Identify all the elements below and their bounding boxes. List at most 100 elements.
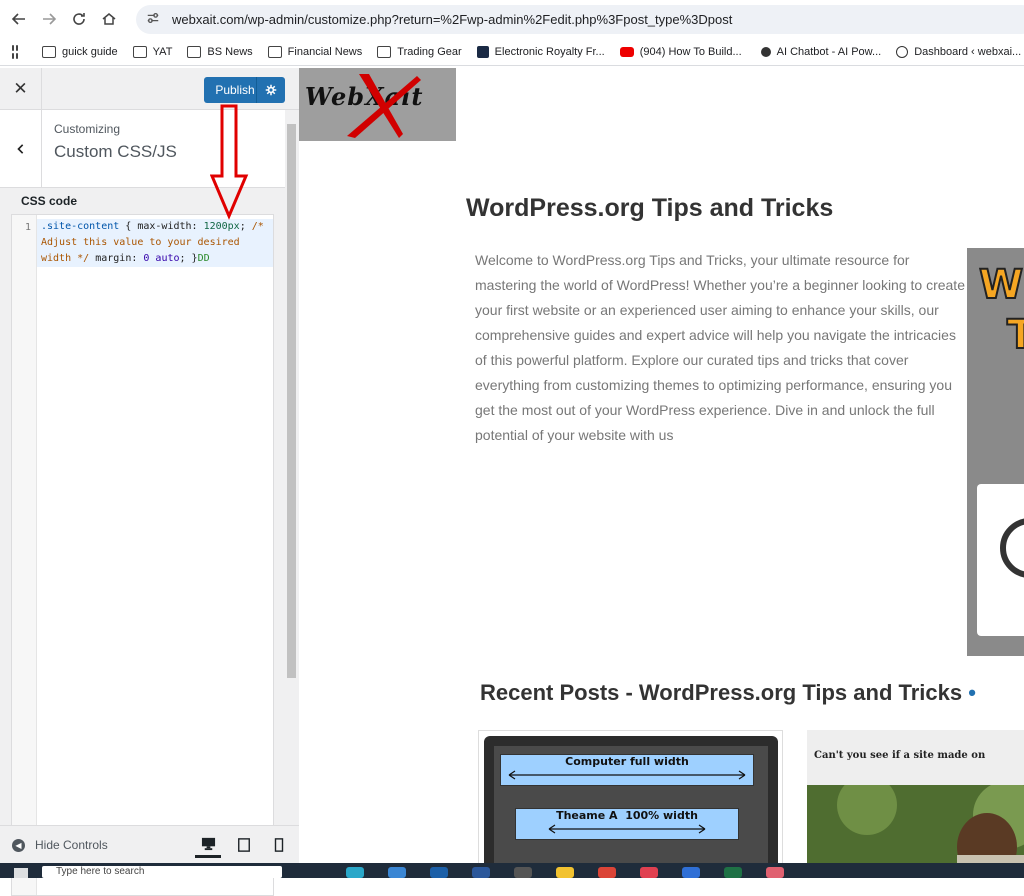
taskbar-app-icon[interactable] [388, 867, 406, 878]
mobile-icon [274, 838, 284, 852]
taskbar-app-icon[interactable] [640, 867, 658, 878]
desktop-preview-button[interactable] [195, 832, 221, 858]
code-brace-open: { [119, 221, 138, 232]
code-selector: .site-content [41, 221, 120, 232]
apps-grid-icon[interactable] [12, 44, 18, 59]
double-arrow-icon [508, 770, 746, 780]
folder-icon [267, 45, 282, 58]
thumbnail-label: Computer full width [500, 754, 754, 786]
code-colon: : [131, 253, 144, 264]
thumbnail-text: Computer full width [565, 755, 689, 768]
site-logo[interactable]: WebXait [299, 68, 456, 141]
site-preview: WebXait WordPress.org Tips and Tricks We… [299, 68, 1024, 863]
hide-controls-label: Hide Controls [35, 838, 108, 852]
folder-icon [42, 45, 56, 58]
editor-gutter [12, 215, 37, 895]
post-thumbnail: Computer full width Theame A 100% width [484, 736, 778, 863]
customizer-sidebar: ✕ Publish Customizing Custom CSS/JS CSS … [0, 68, 299, 896]
chevron-left-icon [16, 144, 23, 154]
thumbnail-text: Theame A 100% width [556, 809, 698, 822]
taskbar-app-icon[interactable] [724, 867, 742, 878]
taskbar-app-icon[interactable] [766, 867, 784, 878]
section-title: Custom CSS/JS [54, 142, 177, 161]
bookmark-label: BS News [207, 45, 253, 58]
bookmark-label: Trading Gear [397, 45, 462, 58]
code-colon: : [191, 221, 204, 232]
browser-toolbar: webxait.com/wp-admin/customize.php?retur… [0, 0, 1024, 38]
wordpress-icon [896, 45, 909, 58]
taskbar-app-icon[interactable] [556, 867, 574, 878]
bookmark-item[interactable]: BS News [187, 45, 253, 58]
openai-icon [760, 46, 771, 57]
st-site-icon [476, 45, 489, 58]
tablet-preview-button[interactable] [231, 832, 257, 858]
bookmark-item[interactable]: Financial News [267, 45, 363, 58]
code-value: 1200px [203, 221, 240, 232]
post-card[interactable]: Computer full width Theame A 100% width [478, 730, 783, 863]
logo-x-mark [347, 74, 421, 138]
bookmark-label: YAT [152, 45, 173, 58]
taskbar-app-icon[interactable] [514, 867, 532, 878]
bookmark-label: guick guide [62, 45, 118, 58]
forward-arrow-icon[interactable] [34, 4, 64, 34]
bookmark-label: Electronic Royalty Fr... [494, 45, 605, 58]
taskbar-app-icon[interactable] [472, 867, 490, 878]
collapse-arrow-icon: ◀ [12, 838, 25, 852]
person-photo [807, 775, 1024, 863]
taskbar-app-icon[interactable] [598, 867, 616, 878]
url-text: webxait.com/wp-admin/customize.php?retur… [172, 12, 733, 27]
bookmark-item[interactable]: Electronic Royalty Fr... [476, 45, 605, 58]
hero-letters: T [1006, 311, 1024, 359]
bookmark-item[interactable]: Dashboard ‹ webxai... [896, 45, 1022, 58]
publish-settings-button[interactable] [256, 77, 285, 103]
taskbar-app-icon[interactable] [682, 867, 700, 878]
bookmark-label: Dashboard ‹ webxai... [914, 45, 1022, 58]
taskbar-app-icon[interactable] [430, 867, 448, 878]
post-card[interactable]: Can't you see if a site made on [807, 730, 1024, 863]
code-comment-start: /* [251, 221, 264, 232]
recent-posts-title: Recent Posts - WordPress.org Tips and Tr… [480, 680, 963, 705]
tablet-icon [238, 838, 250, 852]
code-trailing-text: DD [197, 253, 210, 264]
code-property: max-width [137, 221, 192, 232]
windows-start-icon[interactable] [14, 868, 28, 878]
hide-controls-button[interactable]: ◀ Hide Controls [12, 838, 108, 852]
bookmark-item[interactable]: Trading Gear [377, 45, 462, 58]
site-info-icon[interactable] [146, 11, 164, 28]
reload-icon[interactable] [64, 4, 94, 34]
folder-icon [377, 45, 392, 58]
bookmark-label: Financial News [287, 45, 363, 58]
code-line[interactable]: .site-content { max-width: 1200px; /* Ad… [37, 219, 273, 267]
line-number: 1 [25, 222, 32, 233]
thumbnail-label: Theame A 100% width [515, 808, 739, 840]
back-button[interactable] [0, 110, 42, 188]
code-value: 0 auto [143, 253, 180, 264]
home-icon[interactable] [94, 4, 124, 34]
bookmark-item[interactable]: AI Chatbot - AI Pow... [757, 46, 881, 58]
bookmarks-bar: guick guide YAT BS News Financial News T… [0, 38, 1024, 66]
close-icon[interactable]: ✕ [0, 68, 42, 110]
taskbar-app-icon[interactable] [346, 867, 364, 878]
code-property: margin [95, 253, 132, 264]
post-thumbnail-caption: Can't you see if a site made on [814, 750, 986, 761]
folder-icon [132, 45, 147, 58]
css-code-editor[interactable]: 1 .site-content { max-width: 1200px; /* … [11, 214, 274, 896]
taskbar-search[interactable]: Type here to search [42, 866, 282, 878]
code-comment-end: */ [77, 253, 90, 264]
bookmark-item[interactable]: guick guide [42, 45, 118, 58]
code-semicolon: ; [239, 221, 252, 232]
customizing-label: Customizing [54, 122, 121, 136]
recent-posts-bullet: • [968, 680, 976, 705]
bookmark-label: (904) How To Build... [639, 45, 742, 58]
os-taskbar: Type here to search [0, 863, 1024, 878]
hero-image: W T [967, 248, 1024, 656]
desktop-icon [201, 837, 215, 851]
code-brace-close: ; } [179, 253, 198, 264]
back-arrow-icon[interactable] [4, 4, 34, 34]
sidebar-scroll-thumb[interactable] [287, 124, 296, 678]
mobile-preview-button[interactable] [266, 832, 292, 858]
post-thumbnail [807, 775, 1024, 863]
bookmark-item[interactable]: (904) How To Build... [619, 45, 742, 58]
address-bar[interactable]: webxait.com/wp-admin/customize.php?retur… [136, 5, 1024, 34]
bookmark-item[interactable]: YAT [132, 45, 173, 58]
